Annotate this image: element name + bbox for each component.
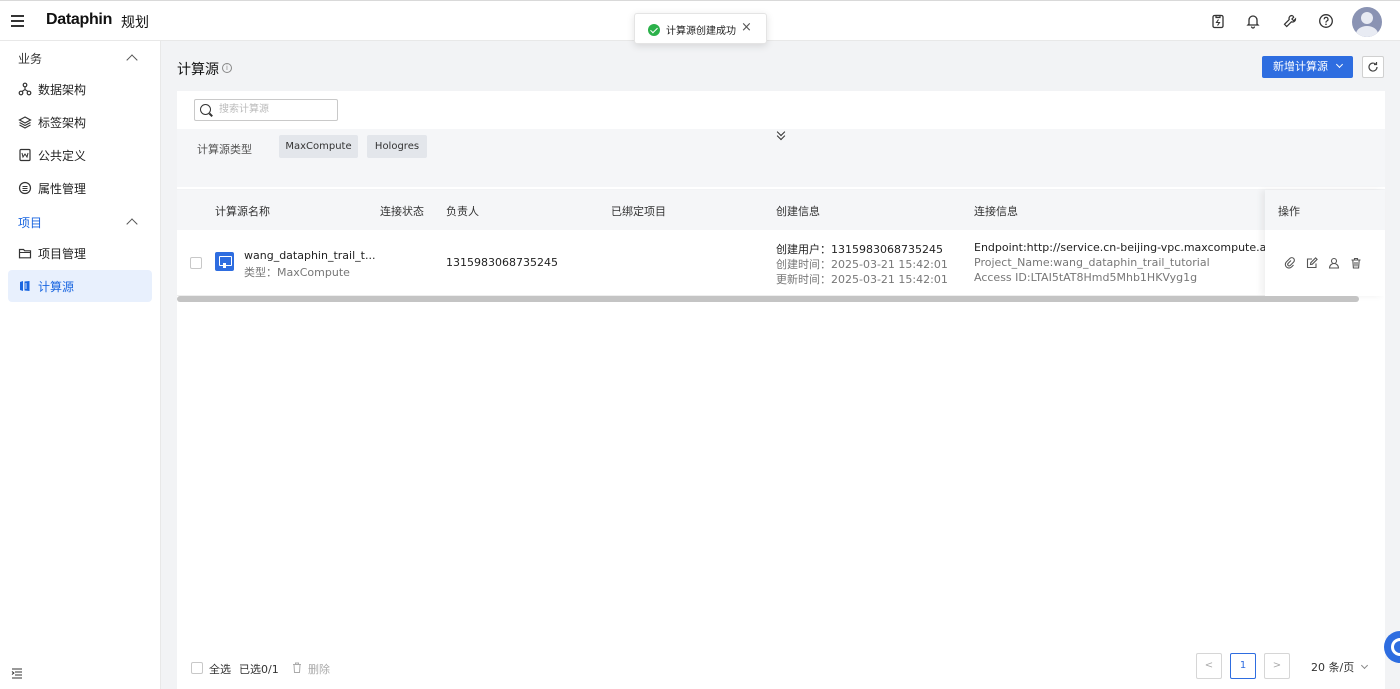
user-transfer-icon[interactable] <box>1328 257 1340 269</box>
help-icon[interactable] <box>1318 13 1334 29</box>
info-icon[interactable]: i <box>222 63 232 73</box>
column-header-name: 计算源名称 <box>215 205 270 218</box>
operations-column: 操作 <box>1265 190 1385 296</box>
close-icon[interactable]: × <box>741 20 752 35</box>
layers-icon <box>18 116 32 129</box>
column-header-owner: 负责人 <box>446 205 479 218</box>
edit-icon[interactable] <box>1306 257 1318 269</box>
expand-filters-icon[interactable] <box>776 129 786 141</box>
select-all-checkbox[interactable] <box>191 662 203 674</box>
sidebar-item-attribute-management[interactable]: 属性管理 <box>8 172 152 204</box>
connection-access-id: Access ID:LTAI5tAT8Hmd5Mhb1HKVyg1g <box>974 271 1198 284</box>
chevron-up-icon[interactable] <box>126 218 138 230</box>
owner: 1315983068735245 <box>446 256 558 269</box>
menu-icon[interactable] <box>11 15 24 27</box>
sidebar-group-business[interactable]: 业务 <box>18 50 42 67</box>
connection-endpoint: Endpoint:http://service.cn-beijing-vpc.m… <box>974 241 1265 254</box>
sidebar-item-public-definition[interactable]: 公共定义 <box>8 139 152 171</box>
filter-panel: 搜索计算源 计算源类型 MaxCompute Hologres <box>177 91 1385 189</box>
sidebar-group-project[interactable]: 项目 <box>18 214 42 231</box>
created-time: 创建时间：2025-03-21 15:42:01 <box>776 258 948 271</box>
sidebar-item-label: 计算源 <box>38 280 75 294</box>
sidebar-item-label: 公共定义 <box>38 149 87 163</box>
main-content: 计算源 i 新增计算源 搜索计算源 计算源类型 MaxCompute Holog… <box>161 41 1400 689</box>
delete-icon[interactable] <box>1350 257 1362 269</box>
sidebar-item-tag-architecture[interactable]: 标签架构 <box>8 106 152 138</box>
filter-chip-hologres[interactable]: Hologres <box>367 135 427 158</box>
refresh-icon <box>1368 62 1378 72</box>
sidebar-item-label: 标签架构 <box>38 116 87 130</box>
bell-icon[interactable] <box>1245 13 1261 29</box>
user-avatar[interactable] <box>1352 7 1382 37</box>
sidebar-item-project-management[interactable]: 项目管理 <box>8 237 152 269</box>
success-toast: 计算源创建成功 × <box>634 13 767 44</box>
connection-project-name: Project_Name:wang_dataphin_trail_tutoria… <box>974 256 1210 269</box>
toast-message: 计算源创建成功 <box>666 26 736 37</box>
prev-page-button[interactable]: < <box>1196 653 1222 679</box>
add-compute-source-label: 新增计算源 <box>1273 60 1328 73</box>
operations-header-cell: 操作 <box>1265 190 1385 230</box>
bulk-actions: 全选 已选0/1 删除 <box>191 660 391 676</box>
connection-info-cell: Endpoint:http://service.cn-beijing-vpc.m… <box>974 230 1265 296</box>
page-number-button[interactable]: 1 <box>1230 653 1256 679</box>
select-all-label[interactable]: 全选 <box>209 661 231 677</box>
bulk-delete-button[interactable]: 删除 <box>308 661 330 677</box>
created-user: 创建用户：1315983068735245 <box>776 243 943 256</box>
add-compute-source-button[interactable]: 新增计算源 <box>1262 56 1353 78</box>
architecture-icon <box>18 82 32 96</box>
horizontal-scrollbar[interactable] <box>177 296 1359 302</box>
column-header-bound-projects: 已绑定项目 <box>611 205 666 218</box>
list-circle-icon <box>18 181 32 195</box>
column-header-operations: 操作 <box>1278 205 1300 218</box>
column-header-connection-info: 连接信息 <box>974 205 1018 218</box>
selected-count: 已选0/1 <box>239 663 279 676</box>
compute-source-type: 类型：MaxCompute <box>244 266 350 279</box>
sidebar: 业务 数据架构 标签架构 公共定义 属性管理 项目 项目管理 计算源 <box>0 41 161 689</box>
refresh-button[interactable] <box>1362 56 1384 78</box>
maxcompute-icon <box>215 252 234 271</box>
module-title: 规划 <box>121 15 149 31</box>
page-size-label: 20 条/页 <box>1311 661 1355 674</box>
table-row[interactable]: wang_dataphin_trail_t... 类型：MaxCompute 1… <box>177 230 1385 296</box>
link-icon[interactable] <box>1284 257 1296 269</box>
sidebar-item-data-architecture[interactable]: 数据架构 <box>8 73 152 105</box>
folder-icon <box>18 248 32 259</box>
sidebar-item-label: 属性管理 <box>38 182 87 196</box>
next-page-button[interactable]: > <box>1264 653 1290 679</box>
search-icon <box>200 104 211 115</box>
column-header-created-info: 创建信息 <box>776 205 820 218</box>
word-doc-icon <box>19 148 31 162</box>
compute-source-table: 计算源名称 连接状态 负责人 已绑定项目 创建信息 连接信息 wang_data… <box>177 190 1385 689</box>
updated-time: 更新时间：2025-03-21 15:42:01 <box>776 273 948 286</box>
chevron-down-icon <box>1360 661 1368 670</box>
sidebar-item-label: 项目管理 <box>38 247 87 261</box>
chevron-up-icon[interactable] <box>126 54 138 66</box>
sidebar-item-compute-source[interactable]: 计算源 <box>8 270 152 302</box>
clipboard-icon[interactable] <box>1210 13 1226 29</box>
compute-source-icon <box>20 281 30 291</box>
collapse-sidebar-icon[interactable] <box>11 667 23 679</box>
sidebar-item-label: 数据架构 <box>38 83 87 97</box>
filter-label: 计算源类型 <box>197 143 252 156</box>
search-input[interactable]: 搜索计算源 <box>194 99 338 121</box>
compute-source-name[interactable]: wang_dataphin_trail_t... <box>244 249 375 262</box>
table-header: 计算源名称 连接状态 负责人 已绑定项目 创建信息 连接信息 <box>177 190 1385 230</box>
row-checkbox[interactable] <box>190 257 202 269</box>
page-size-select[interactable]: 20 条/页 <box>1311 659 1368 675</box>
success-check-icon <box>648 24 660 36</box>
filter-chip-maxcompute[interactable]: MaxCompute <box>279 135 358 158</box>
chevron-down-icon <box>1335 60 1344 69</box>
delete-icon <box>293 662 301 673</box>
column-header-status: 连接状态 <box>380 205 424 218</box>
tools-icon[interactable] <box>1282 13 1298 29</box>
page-title: 计算源 <box>177 62 219 78</box>
app-logo[interactable]: Dataphin <box>46 11 112 29</box>
